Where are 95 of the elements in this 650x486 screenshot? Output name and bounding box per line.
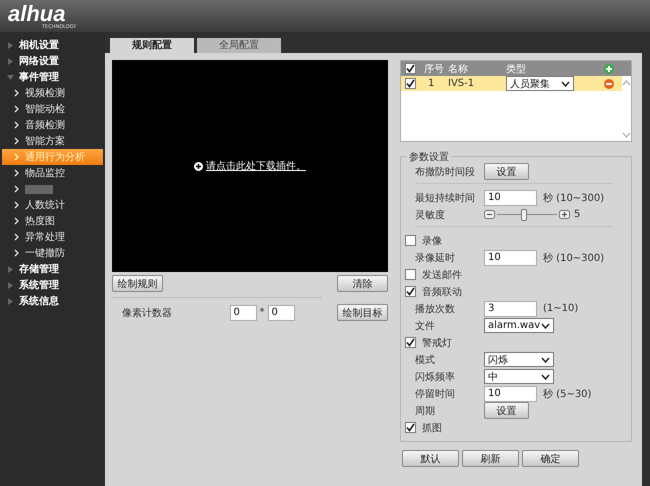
checkbox-label: 警戒灯 bbox=[422, 336, 452, 350]
dropdown[interactable]: 中 bbox=[484, 369, 554, 384]
settings-button[interactable]: 设置 bbox=[484, 402, 529, 419]
plus-icon[interactable] bbox=[559, 210, 570, 219]
sidebar-item[interactable]: 视频检测 bbox=[0, 85, 105, 101]
slider-thumb[interactable] bbox=[521, 208, 527, 220]
checkbox[interactable] bbox=[405, 286, 416, 297]
action-button[interactable]: 默认 bbox=[402, 450, 459, 467]
triangle-right-icon bbox=[7, 58, 14, 64]
input-field[interactable]: 10 bbox=[484, 250, 537, 266]
input-field[interactable]: 10 bbox=[484, 190, 537, 206]
sidebar-item[interactable]: 智能方案 bbox=[0, 133, 105, 149]
slider-track[interactable] bbox=[497, 208, 557, 220]
checkbox[interactable] bbox=[405, 235, 416, 246]
sidebar-item[interactable]: 音频检测 bbox=[0, 117, 105, 133]
draw-target-button[interactable]: 绘制目标 bbox=[337, 304, 388, 321]
logo-text: alhua bbox=[8, 2, 66, 24]
table-cell-text: IVS-1 bbox=[448, 78, 476, 89]
sidebar-group[interactable]: 网络设置 bbox=[0, 53, 105, 69]
sidebar-item[interactable]: 智能动检 bbox=[0, 101, 105, 117]
triangle-right-icon bbox=[7, 282, 14, 288]
group-title: 参数设置 bbox=[407, 150, 451, 164]
triangle-right-icon bbox=[7, 266, 14, 272]
field-label: 灵敏度 bbox=[415, 208, 446, 222]
caret-icon bbox=[541, 374, 550, 380]
dropdown[interactable]: 闪烁 bbox=[484, 352, 554, 367]
checkbox-label: 录像 bbox=[422, 234, 442, 248]
column-header: 类型 bbox=[506, 62, 527, 76]
dropdown[interactable]: alarm.wav bbox=[484, 318, 554, 333]
check-icon bbox=[406, 423, 415, 432]
caret-icon bbox=[541, 322, 550, 328]
triangle-right-icon bbox=[7, 42, 14, 48]
field-label: 模式 bbox=[415, 354, 436, 366]
input-field[interactable]: 3 bbox=[484, 300, 537, 316]
column-header: 名称 bbox=[448, 62, 469, 76]
caret-icon bbox=[561, 80, 570, 86]
sidebar-group[interactable]: 事件管理 bbox=[0, 69, 105, 85]
range-hint: 秒 (5~30) bbox=[543, 388, 592, 400]
triangle-down-icon bbox=[7, 74, 14, 80]
plus-icon bbox=[194, 162, 203, 170]
pixel-counter-label: 像素计数器 bbox=[121, 306, 173, 320]
sidebar-item[interactable]: 一键撤防 bbox=[0, 245, 105, 261]
input-field[interactable]: 10 bbox=[484, 386, 537, 402]
checkbox-label: 发送邮件 bbox=[422, 268, 462, 282]
checkbox-label: 抓图 bbox=[422, 422, 442, 434]
table-cell-text: 1 bbox=[427, 78, 436, 89]
range-hint: (1~10) bbox=[543, 303, 578, 314]
clear-button[interactable]: 清除 bbox=[337, 275, 388, 292]
redacted-block bbox=[25, 184, 53, 194]
field-label: 最短持续时间 bbox=[415, 192, 476, 204]
tab[interactable]: 规则配置 bbox=[110, 38, 194, 53]
height-field[interactable]: 0 bbox=[268, 304, 294, 320]
sidebar-group[interactable]: 系统信息 bbox=[0, 293, 105, 309]
check-icon bbox=[406, 287, 415, 296]
minus-icon[interactable] bbox=[484, 210, 495, 219]
field-label: 录像延时 bbox=[415, 252, 456, 264]
range-hint: 秒 (10~300) bbox=[543, 252, 604, 264]
width-field[interactable]: 0 bbox=[230, 304, 256, 320]
column-header: 序号 bbox=[423, 62, 445, 76]
settings-button[interactable]: 设置 bbox=[484, 163, 529, 180]
field-label: 布撤防时间段 bbox=[415, 166, 476, 178]
field-label: 播放次数 bbox=[415, 302, 456, 316]
checkbox-label: 音频联动 bbox=[422, 286, 462, 298]
sidebar-item[interactable]: 热度图 bbox=[0, 213, 105, 229]
checkbox[interactable] bbox=[405, 78, 416, 89]
checkbox[interactable] bbox=[405, 422, 416, 433]
field-label: 闪烁频率 bbox=[415, 370, 456, 384]
field-label: 周期 bbox=[415, 404, 436, 418]
checkbox[interactable] bbox=[405, 269, 416, 280]
field-label: 停留时间 bbox=[415, 388, 456, 400]
tab[interactable]: 全局配置 bbox=[197, 38, 281, 53]
sidebar-item[interactable]: 物品监控 bbox=[0, 165, 105, 181]
checkbox[interactable] bbox=[405, 63, 416, 74]
sidebar-group[interactable]: 存储管理 bbox=[0, 261, 105, 277]
table-row[interactable]: 1 IVS-1 人员聚集 bbox=[401, 76, 622, 91]
range-hint: 秒 (10~300) bbox=[543, 192, 604, 204]
download-plugin-link[interactable]: 请点击此处下载插件。 bbox=[194, 159, 306, 173]
action-button[interactable]: 确定 bbox=[522, 450, 579, 467]
check-icon bbox=[406, 338, 415, 347]
caret-icon bbox=[541, 356, 550, 362]
field-label: 文件 bbox=[415, 320, 436, 332]
scrollbar-icon[interactable] bbox=[622, 78, 631, 138]
type-select[interactable]: 人员聚集 bbox=[506, 76, 574, 91]
checkbox[interactable] bbox=[405, 337, 416, 348]
action-button[interactable]: 刷新 bbox=[462, 450, 519, 467]
draw-rule-button[interactable]: 绘制规则 bbox=[112, 275, 163, 292]
sidebar-group[interactable]: 相机设置 bbox=[0, 37, 105, 53]
sidebar-item[interactable]: 人数统计 bbox=[0, 197, 105, 213]
sidebar-group[interactable]: 系统管理 bbox=[0, 277, 105, 293]
separator-text: * bbox=[260, 307, 264, 318]
add-icon[interactable] bbox=[604, 64, 614, 74]
remove-icon[interactable] bbox=[604, 78, 614, 88]
slider-value: 5 bbox=[574, 209, 580, 220]
triangle-right-icon bbox=[7, 298, 14, 304]
sidebar-item[interactable]: 异常处理 bbox=[0, 229, 105, 245]
